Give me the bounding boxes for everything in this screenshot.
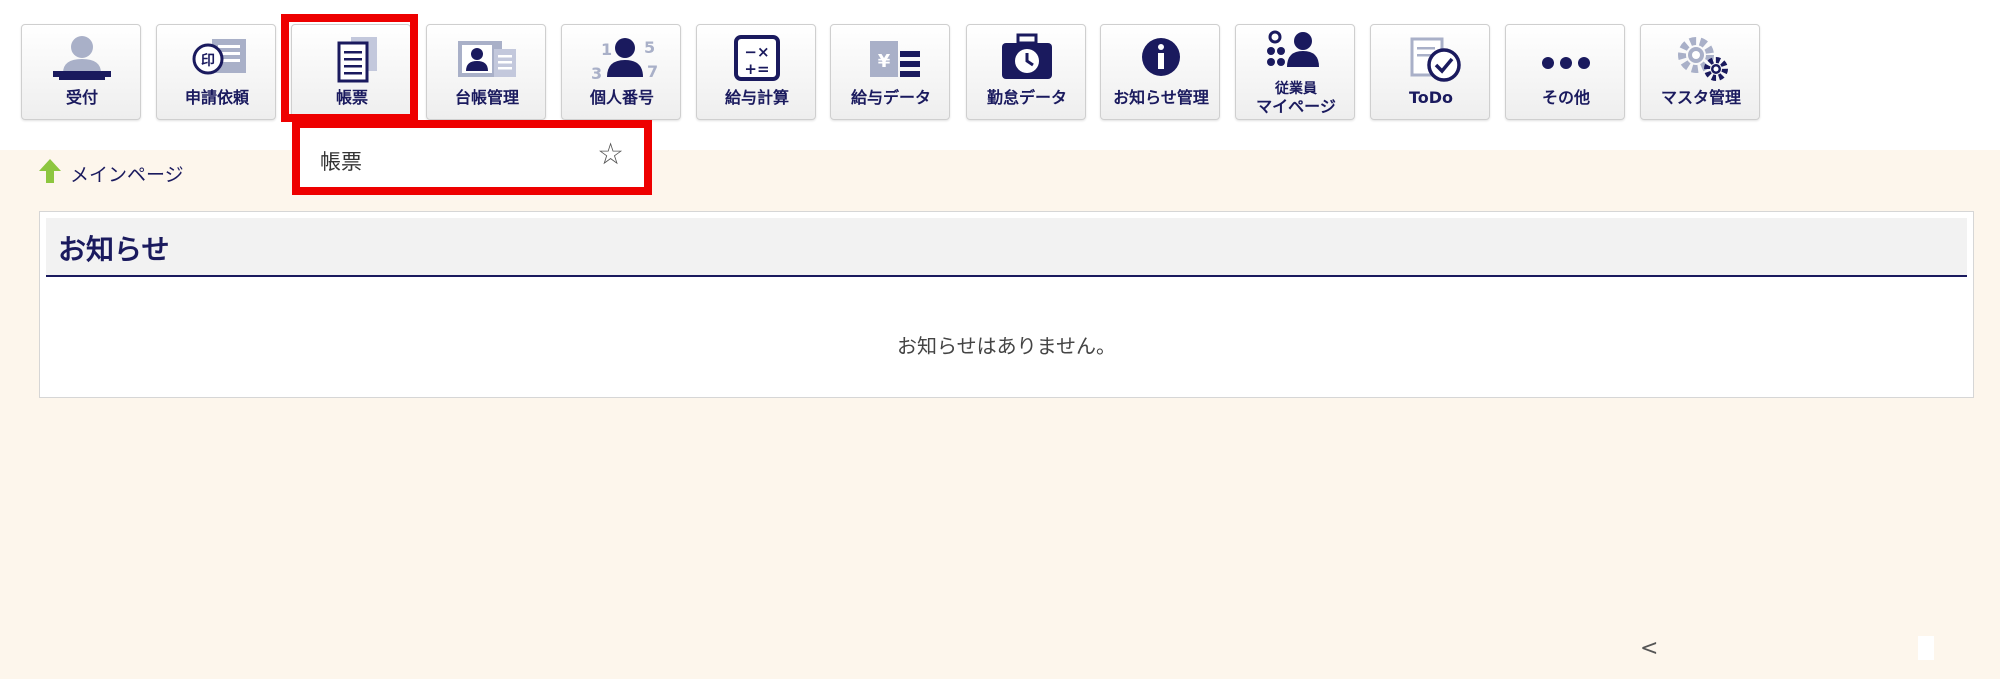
nav-label-line2: マイページ	[1256, 97, 1336, 116]
nav-other-button[interactable]: その他	[1505, 24, 1625, 120]
svg-text:3: 3	[591, 64, 602, 83]
svg-text:印: 印	[201, 52, 215, 69]
notice-panel: お知らせ お知らせはありません。	[39, 211, 1974, 398]
info-icon	[1101, 33, 1221, 85]
breadcrumb-main-page[interactable]: メインページ	[70, 160, 184, 187]
nav-label: その他	[1541, 88, 1590, 107]
nav-label: 給与データ	[850, 88, 931, 107]
nav-master-management-button[interactable]: マスタ管理	[1640, 24, 1760, 120]
id-card-icon	[427, 33, 547, 85]
nav-label: 従業員 マイページ	[1236, 81, 1356, 116]
reception-person-icon	[22, 33, 142, 85]
calculator-icon: −× +=	[697, 33, 817, 85]
nav-label-line1: 従業員	[1275, 81, 1317, 97]
nav-reception-button[interactable]: 受付	[21, 24, 141, 120]
person-numbers-icon: 1 5 3 7	[562, 33, 682, 85]
nav-employee-mypage-button[interactable]: 従業員 マイページ	[1235, 24, 1355, 120]
nav-ledger-button[interactable]: 台帳管理	[426, 24, 546, 120]
svg-text:−×: −×	[744, 43, 769, 61]
svg-text:5: 5	[644, 38, 655, 57]
nav-label: 個人番号	[589, 88, 654, 107]
nav-label: 受付	[65, 88, 98, 107]
scroll-left-arrow[interactable]: <	[1640, 636, 1658, 661]
dropdown-item-forms[interactable]: 帳票	[320, 146, 362, 176]
nav-label: 給与計算	[724, 88, 789, 107]
forms-dropdown-menu: 帳票 ☆	[292, 120, 652, 195]
nav-notice-management-button[interactable]: お知らせ管理	[1100, 24, 1220, 120]
nav-label: お知らせ管理	[1113, 88, 1209, 107]
nav-label: 勤怠データ	[986, 88, 1067, 107]
nav-todo-button[interactable]: ToDo	[1370, 24, 1490, 120]
yen-list-icon: ¥	[831, 33, 951, 85]
svg-text:¥: ¥	[878, 51, 891, 72]
nav-label: 申請依頼	[184, 88, 249, 107]
home-arrow-icon[interactable]	[38, 158, 62, 188]
clock-briefcase-icon	[967, 33, 1087, 85]
todo-check-icon	[1371, 33, 1491, 85]
breadcrumb: メインページ	[38, 158, 184, 188]
nav-personal-number-button[interactable]: 1 5 3 7 個人番号	[561, 24, 681, 120]
scroll-thumb[interactable]	[1918, 636, 1934, 660]
nav-label: マスタ管理	[1660, 88, 1741, 107]
svg-text:1: 1	[601, 40, 612, 59]
favorite-star-icon[interactable]: ☆	[597, 140, 624, 170]
form-document-icon	[292, 33, 412, 85]
nav-label: ToDo	[1408, 88, 1454, 107]
notice-title: お知らせ	[58, 233, 170, 266]
employee-group-icon	[1236, 29, 1356, 73]
nav-application-request-button[interactable]: 印 申請依頼	[156, 24, 276, 120]
notice-empty-message: お知らせはありません。	[897, 334, 1116, 358]
more-dots-icon	[1506, 33, 1626, 85]
notice-panel-header: お知らせ	[46, 218, 1967, 277]
gears-icon	[1641, 33, 1761, 85]
nav-payroll-calc-button[interactable]: −× += 給与計算	[696, 24, 816, 120]
nav-label: 帳票	[335, 88, 368, 107]
nav-forms-button[interactable]: 帳票	[291, 24, 411, 120]
nav-label: 台帳管理	[454, 88, 519, 107]
svg-text:+=: +=	[744, 60, 769, 78]
stamp-document-icon: 印	[157, 33, 277, 85]
nav-payroll-data-button[interactable]: ¥ 給与データ	[830, 24, 950, 120]
svg-text:7: 7	[647, 62, 658, 81]
nav-attendance-data-button[interactable]: 勤怠データ	[966, 24, 1086, 120]
